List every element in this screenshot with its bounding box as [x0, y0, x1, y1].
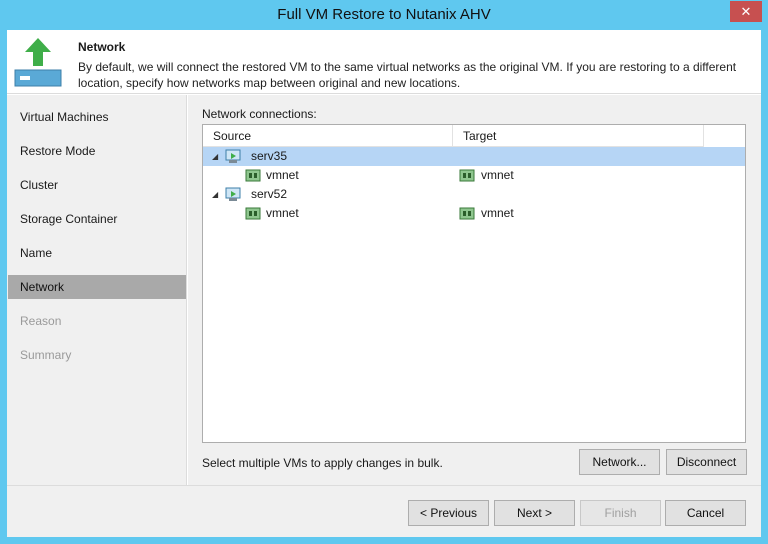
- network-panel: Network connections: Source Target ◢ ser…: [188, 95, 761, 485]
- step-virtual-machines[interactable]: Virtual Machines: [8, 105, 186, 129]
- wizard-steps: Virtual Machines Restore Mode Cluster St…: [7, 95, 187, 485]
- network-adapter-icon: [459, 169, 475, 182]
- window-title: Full VM Restore to Nutanix AHV: [277, 6, 491, 23]
- step-description: By default, we will connect the restored…: [78, 60, 737, 90]
- target-cell: vmnet: [481, 206, 514, 220]
- tree-row-network[interactable]: vmnet vmnet: [203, 204, 745, 223]
- target-cell: vmnet: [481, 168, 514, 182]
- wizard-header: Network By default, we will connect the …: [7, 30, 761, 94]
- collapse-arrow-icon[interactable]: ◢: [212, 185, 218, 204]
- network-adapter-icon: [245, 169, 261, 182]
- source-cell: vmnet: [266, 168, 299, 182]
- step-name[interactable]: Name: [8, 241, 186, 265]
- tree-row-network[interactable]: vmnet vmnet: [203, 166, 745, 185]
- titlebar[interactable]: Full VM Restore to Nutanix AHV ✕: [0, 0, 768, 30]
- step-network[interactable]: Network: [8, 275, 186, 299]
- tree-row-vm[interactable]: ◢ serv52: [203, 185, 745, 204]
- previous-button[interactable]: < Previous: [408, 500, 489, 526]
- column-source[interactable]: Source: [203, 125, 453, 147]
- step-title: Network: [78, 40, 126, 54]
- source-cell: serv35: [251, 149, 288, 163]
- source-cell: serv52: [251, 187, 288, 201]
- close-button[interactable]: ✕: [730, 1, 762, 22]
- cancel-button[interactable]: Cancel: [665, 500, 746, 526]
- network-step-icon: [14, 38, 62, 87]
- network-connections-tree[interactable]: Source Target ◢ serv35 vmnet vmnet ◢ ser…: [202, 124, 746, 443]
- disconnect-button[interactable]: Disconnect: [666, 449, 747, 475]
- bulk-hint: Select multiple VMs to apply changes in …: [202, 456, 443, 470]
- tree-row-vm[interactable]: ◢ serv35: [203, 147, 745, 166]
- next-button[interactable]: Next >: [494, 500, 575, 526]
- step-summary: Summary: [20, 348, 72, 362]
- wizard-footer: < Previous Next > Finish Cancel: [7, 485, 761, 537]
- restore-wizard-window: Full VM Restore to Nutanix AHV ✕ Network…: [0, 0, 768, 544]
- vm-icon: [225, 149, 241, 163]
- network-adapter-icon: [459, 207, 475, 220]
- step-storage-container[interactable]: Storage Container: [8, 207, 186, 231]
- finish-button: Finish: [580, 500, 661, 526]
- source-cell: vmnet: [266, 206, 299, 220]
- column-target[interactable]: Target: [453, 125, 704, 147]
- step-restore-mode[interactable]: Restore Mode: [8, 139, 186, 163]
- collapse-arrow-icon[interactable]: ◢: [212, 147, 218, 166]
- network-connections-label: Network connections:: [202, 107, 317, 121]
- step-reason: Reason: [20, 314, 62, 328]
- vm-icon: [225, 187, 241, 201]
- step-cluster[interactable]: Cluster: [8, 173, 186, 197]
- network-adapter-icon: [245, 207, 261, 220]
- network-button[interactable]: Network...: [579, 449, 660, 475]
- wizard-client: Network By default, we will connect the …: [7, 30, 761, 537]
